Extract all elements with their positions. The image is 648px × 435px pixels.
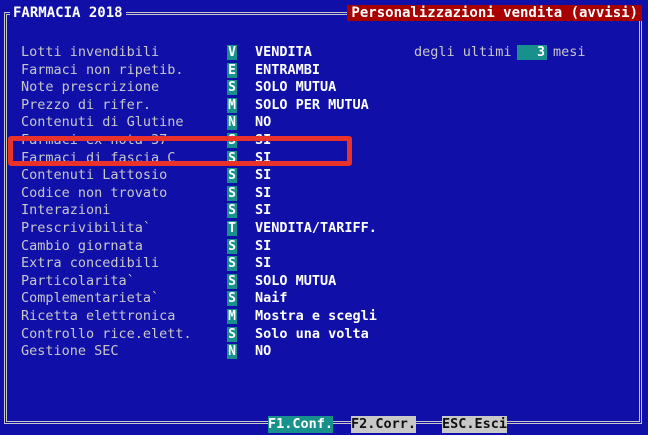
setting-row: Gestione SEC N NO xyxy=(0,343,648,360)
app-title: FARMACIA 2018 xyxy=(10,5,126,21)
setting-row: Contenuti di Glutine N NO xyxy=(0,114,648,131)
setting-code-field[interactable]: M xyxy=(227,309,237,324)
setting-code-field[interactable]: S xyxy=(227,168,237,183)
setting-row: Note prescrizione S SOLO MUTUA xyxy=(0,79,648,96)
setting-label: Ricetta elettronica xyxy=(21,308,176,324)
setting-value: SOLO MUTUA xyxy=(255,273,337,289)
setting-code-field[interactable]: T xyxy=(227,221,237,236)
setting-row: Interazioni S SI xyxy=(0,202,648,219)
esc-exit-button[interactable]: ESC.Esci xyxy=(442,416,508,433)
setting-code-field[interactable]: S xyxy=(227,203,237,218)
setting-row: Contenuti Lattosio S SI xyxy=(0,167,648,184)
setting-row: Controllo rice.elett. S Solo una volta xyxy=(0,326,648,343)
setting-value: Solo una volta xyxy=(255,326,369,342)
setting-label: Controllo rice.elett. xyxy=(21,326,192,342)
setting-value: VENDITA/TARIFF. xyxy=(255,220,377,236)
setting-value: SI xyxy=(255,202,272,218)
screen-title: Personalizzazioni vendita (avvisi) xyxy=(347,5,642,21)
setting-code-field[interactable]: S xyxy=(227,256,237,271)
setting-code-field[interactable]: E xyxy=(227,63,237,78)
setting-label: Prescrivibilita` xyxy=(21,220,152,236)
setting-code-field[interactable]: S xyxy=(227,291,237,306)
setting-label: Extra concedibili xyxy=(21,255,160,271)
setting-row: Particolarita` S SOLO MUTUA xyxy=(0,273,648,290)
terminal-screen: FARMACIA 2018 Personalizzazioni vendita … xyxy=(0,0,648,435)
setting-code-field[interactable]: N xyxy=(227,344,237,359)
setting-row: Extra concedibili S SI xyxy=(0,255,648,272)
setting-label: Farmaci non ripetib. xyxy=(21,62,184,78)
setting-label: Codice non trovato xyxy=(21,185,168,201)
setting-label: Complementarieta` xyxy=(21,290,160,306)
setting-value: SOLO PER MUTUA xyxy=(255,97,369,113)
setting-value: SOLO MUTUA xyxy=(255,79,337,95)
setting-label: Contenuti Lattosio xyxy=(21,167,168,183)
setting-row: Codice non trovato S SI xyxy=(0,185,648,202)
setting-label: Note prescrizione xyxy=(21,79,160,95)
setting-value: ENTRAMBI xyxy=(255,62,321,78)
setting-label: Cambio giornata xyxy=(21,238,143,254)
setting-value: SI xyxy=(255,185,272,201)
setting-code-field[interactable]: S xyxy=(227,327,237,342)
setting-code-field[interactable]: M xyxy=(227,98,237,113)
setting-value: Mostra e scegli xyxy=(255,308,377,324)
f2-correct-button[interactable]: F2.Corr. xyxy=(351,416,417,433)
setting-code-field[interactable]: S xyxy=(227,80,237,95)
setting-code-field[interactable]: N xyxy=(227,115,237,130)
setting-value: NO xyxy=(255,343,272,359)
highlight-box xyxy=(8,136,352,166)
lots-period-prefix: degli ultimi xyxy=(414,44,512,60)
setting-code-field[interactable]: S xyxy=(227,186,237,201)
f1-confirm-button[interactable]: F1.Conf. xyxy=(268,416,334,433)
setting-label: Interazioni xyxy=(21,202,111,218)
setting-row: Farmaci non ripetib. E ENTRAMBI xyxy=(0,62,648,79)
lots-months-field[interactable]: 3 xyxy=(517,45,547,60)
setting-value: SI xyxy=(255,238,272,254)
setting-row: Cambio giornata S SI xyxy=(0,238,648,255)
function-key-bar: F1.Conf. F2.Corr. ESC.Esci xyxy=(0,416,648,434)
setting-label: Prezzo di rifer. xyxy=(21,97,152,113)
setting-value: NO xyxy=(255,114,272,130)
setting-row: Prezzo di rifer. M SOLO PER MUTUA xyxy=(0,97,648,114)
setting-code-field[interactable]: S xyxy=(227,274,237,289)
lots-months-unit: mesi xyxy=(553,44,586,60)
setting-row: Complementarieta` S Naif xyxy=(0,290,648,307)
lots-period-row: degli ultimi 3 mesi xyxy=(0,44,648,61)
setting-label: Particolarita` xyxy=(21,273,135,289)
setting-value: SI xyxy=(255,167,272,183)
setting-value: Naif xyxy=(255,290,288,306)
setting-code-field[interactable]: S xyxy=(227,239,237,254)
setting-row: Ricetta elettronica M Mostra e scegli xyxy=(0,308,648,325)
setting-label: Contenuti di Glutine xyxy=(21,114,184,130)
setting-label: Gestione SEC xyxy=(21,343,119,359)
setting-row: Prescrivibilita` T VENDITA/TARIFF. xyxy=(0,220,648,237)
setting-value: SI xyxy=(255,255,272,271)
